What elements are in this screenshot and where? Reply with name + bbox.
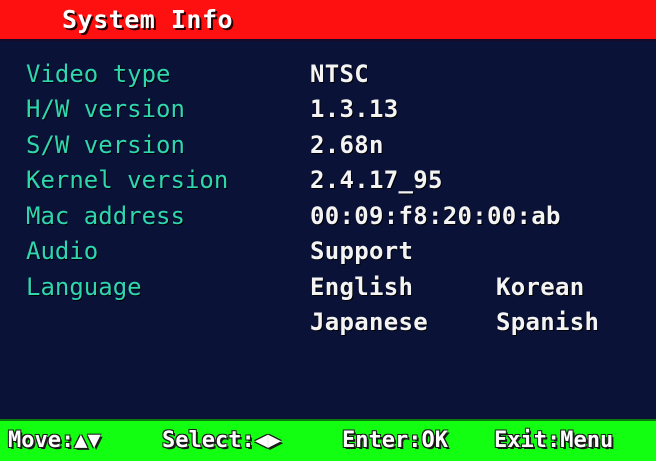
enter-hint: Enter:OK <box>342 428 448 453</box>
page-title: System Info <box>62 5 234 34</box>
language-label: Language <box>26 273 142 301</box>
left-right-arrows-icon: ◀▶ <box>254 428 282 453</box>
language-option-spanish[interactable]: Spanish <box>496 305 599 339</box>
title-bar: System Info <box>0 0 656 41</box>
info-row-language: Language English Korean <box>0 270 656 304</box>
info-row-language-more: Japanese Spanish <box>0 305 656 339</box>
system-info-screen: System Info Video type NTSC H/W version … <box>0 0 656 461</box>
sw-version-value: 2.68n <box>310 131 384 159</box>
info-row-audio: Audio Support <box>0 234 656 268</box>
info-row-kernel-version: Kernel version 2.4.17_95 <box>0 163 656 197</box>
language-option-japanese[interactable]: Japanese <box>310 305 428 339</box>
kernel-version-label: Kernel version <box>26 166 229 194</box>
select-hint: Select:◀▶ <box>162 425 281 457</box>
language-option-english[interactable]: English <box>310 270 413 304</box>
video-type-label: Video type <box>26 60 171 88</box>
mac-address-label: Mac address <box>26 202 185 230</box>
audio-value: Support <box>310 237 414 265</box>
info-row-sw-version: S/W version 2.68n <box>0 128 656 162</box>
video-type-value: NTSC <box>310 60 369 88</box>
language-option-korean[interactable]: Korean <box>496 270 585 304</box>
mac-address-value: 00:09:f8:20:00:ab <box>310 202 561 230</box>
info-panel: Video type NTSC H/W version 1.3.13 S/W v… <box>0 41 656 419</box>
key-hint-bar: Move:▲▼ Select:◀▶ Enter:OK Exit:Menu <box>0 419 656 461</box>
exit-hint: Exit:Menu <box>494 428 614 453</box>
hw-version-label: H/W version <box>26 95 185 123</box>
kernel-version-value: 2.4.17_95 <box>310 166 443 194</box>
hw-version-value: 1.3.13 <box>310 95 399 123</box>
info-row-mac-address: Mac address 00:09:f8:20:00:ab <box>0 199 656 233</box>
audio-label: Audio <box>26 237 99 265</box>
up-down-arrows-icon: ▲▼ <box>74 428 101 453</box>
sw-version-label: S/W version <box>26 131 185 159</box>
info-row-hw-version: H/W version 1.3.13 <box>0 92 656 126</box>
info-row-video-type: Video type NTSC <box>0 57 656 91</box>
move-hint-label: Move: <box>8 428 75 453</box>
move-hint: Move:▲▼ <box>8 425 101 457</box>
select-hint-label: Select: <box>162 428 255 453</box>
